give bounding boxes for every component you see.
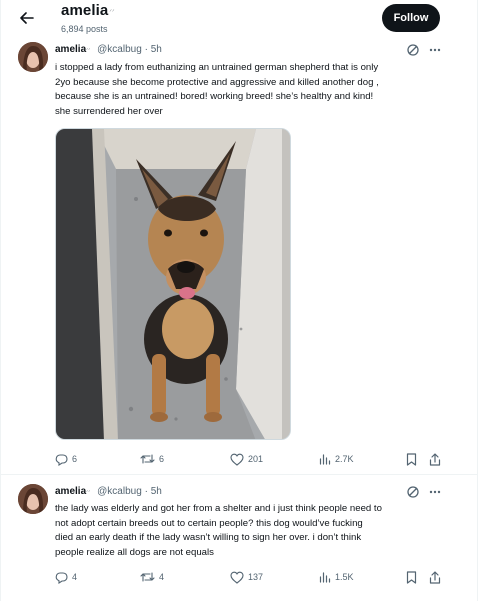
views-button[interactable]: 2.7K <box>319 451 354 467</box>
repost-button[interactable]: 4 <box>140 569 164 585</box>
tweet[interactable]: ameliaᐟᐟ @kcalbug · 5h i stopped a lady … <box>1 0 478 470</box>
share-button[interactable] <box>429 569 441 585</box>
avatar[interactable] <box>18 484 48 514</box>
like-count: 201 <box>248 454 264 464</box>
timestamp[interactable]: 5h <box>151 486 162 497</box>
avatar-image <box>18 42 48 72</box>
tweet-text-line: 2yo because she become protective and ag… <box>55 76 379 88</box>
grok-icon[interactable] <box>406 43 420 57</box>
bookmark-button[interactable] <box>406 569 417 585</box>
reply-count: 4 <box>72 572 78 582</box>
tweet-media[interactable] <box>55 128 291 440</box>
grok-icon[interactable] <box>406 485 420 499</box>
repost-icon <box>140 572 155 582</box>
like-count: 137 <box>248 572 264 582</box>
timestamp[interactable]: 5h <box>151 44 162 55</box>
tweet-text-line: i stopped a lady from euthanizing an unt… <box>55 62 379 73</box>
author-name[interactable]: amelia <box>55 44 86 55</box>
repost-icon <box>140 454 155 464</box>
meta-separator: · <box>144 486 148 497</box>
tweet-text-line: because she is an untrained! bored! work… <box>55 91 374 103</box>
bookmark-icon <box>406 452 417 466</box>
author-handle[interactable]: @kcalbug <box>97 44 142 55</box>
reply-icon <box>55 453 68 466</box>
german-shepherd-photo <box>56 129 290 439</box>
bookmark-icon <box>406 570 417 584</box>
reply-button[interactable]: 4 <box>55 569 77 585</box>
avatar[interactable] <box>18 42 48 72</box>
author-name-tag: ᐟᐟ <box>86 490 91 496</box>
tweet-actions: 6 6 201 2.7K <box>1 451 478 467</box>
like-icon <box>230 453 244 466</box>
share-button[interactable] <box>429 451 441 467</box>
share-icon <box>429 452 441 466</box>
views-button[interactable]: 1.5K <box>319 569 354 585</box>
author-name-tag: ᐟᐟ <box>86 48 91 54</box>
author-handle[interactable]: @kcalbug <box>97 486 142 497</box>
tweet-meta: ameliaᐟᐟ @kcalbug · 5h <box>55 44 162 55</box>
author-name[interactable]: amelia <box>55 486 86 497</box>
reply-icon <box>55 571 68 584</box>
meta-separator: · <box>144 44 148 55</box>
like-button[interactable]: 137 <box>230 569 263 585</box>
tweet[interactable]: ameliaᐟᐟ @kcalbug · 5h the lady was elde… <box>1 475 478 601</box>
share-icon <box>429 570 441 584</box>
tweet-text: i stopped a lady from euthanizing an unt… <box>55 61 445 119</box>
tweet-meta: ameliaᐟᐟ @kcalbug · 5h <box>55 486 162 497</box>
repost-count: 4 <box>159 572 165 582</box>
tweet-text-line: the lady was elderly and got her from a … <box>55 503 382 514</box>
views-icon <box>319 572 331 583</box>
tweet-actions: 4 4 137 1.5K <box>1 569 478 585</box>
like-button[interactable]: 201 <box>230 451 263 467</box>
repost-button[interactable]: 6 <box>140 451 164 467</box>
views-count: 1.5K <box>335 572 354 582</box>
views-count: 2.7K <box>335 454 354 464</box>
tweet-text-line: died an early death if the lady wasn’t w… <box>55 532 362 544</box>
reply-button[interactable]: 6 <box>55 451 77 467</box>
post-thread: ameliaᐟᐟ 6,894 posts Follow ameliaᐟᐟ @kc… <box>0 0 478 601</box>
tweet-text-line: not adopt certain breeds out to certain … <box>55 517 363 529</box>
tweet-text-line: people realize all dogs are not equals <box>55 546 214 558</box>
reply-count: 6 <box>72 454 78 464</box>
repost-count: 6 <box>159 454 165 464</box>
tweet-text: the lady was elderly and got her from a … <box>55 502 445 560</box>
tweet-text-line: she surrendered her over <box>55 105 163 117</box>
more-icon[interactable] <box>427 485 443 499</box>
more-icon[interactable] <box>427 43 443 57</box>
bookmark-button[interactable] <box>406 451 417 467</box>
avatar-image <box>18 484 48 514</box>
views-icon <box>319 454 331 465</box>
like-icon <box>230 571 244 584</box>
